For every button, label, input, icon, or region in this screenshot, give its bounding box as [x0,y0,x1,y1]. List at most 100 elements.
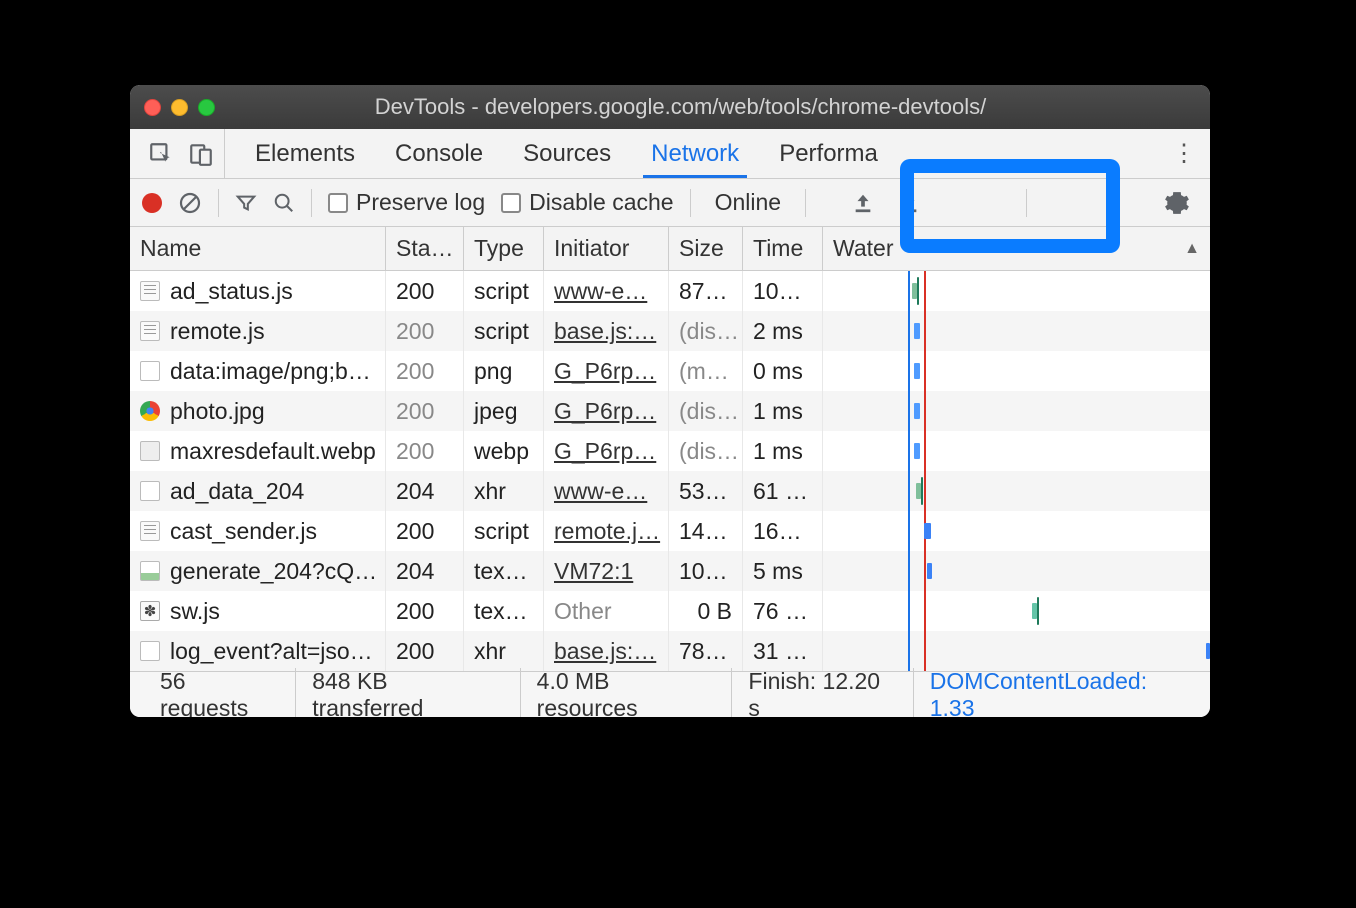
cell-waterfall [823,271,1210,311]
disable-cache-checkbox[interactable]: Disable cache [501,189,673,216]
cell-initiator[interactable]: G_P6rp… [544,351,669,391]
status-bar: 56 requests 848 KB transferred 4.0 MB re… [130,671,1210,717]
cell-waterfall [823,431,1210,471]
cell-time: 31 … [743,631,823,671]
file-icon [140,401,160,421]
table-row[interactable]: generate_204?cQ…204tex…VM72:110…5 ms [130,551,1210,591]
cell-name: remote.js [170,318,265,345]
search-icon[interactable] [273,192,295,214]
cell-name: data:image/png;b… [170,358,371,385]
col-size[interactable]: Size [669,227,743,270]
file-icon [140,521,160,541]
cell-size: 14… [669,511,743,551]
cell-initiator[interactable]: www-e… [544,471,669,511]
disable-cache-label: Disable cache [529,189,673,216]
cell-initiator[interactable]: base.js:… [544,311,669,351]
cell-type: script [464,311,544,351]
cell-waterfall [823,351,1210,391]
table-row[interactable]: remote.js200scriptbase.js:…(dis…2 ms [130,311,1210,351]
tab-sources[interactable]: Sources [503,129,631,178]
col-time[interactable]: Time [743,227,823,270]
preserve-log-checkbox[interactable]: Preserve log [328,189,485,216]
col-status[interactable]: Sta… [386,227,464,270]
table-body: ad_status.js200scriptwww-e…87…10…remote.… [130,271,1210,671]
table-row[interactable]: log_event?alt=jso…200xhrbase.js:…78…31 … [130,631,1210,671]
settings-gear-icon[interactable] [1156,190,1198,216]
cell-status: 200 [386,391,464,431]
cell-time: 1 ms [743,431,823,471]
status-resources: 4.0 MB resources [521,668,733,718]
throttle-value: Online [715,189,781,216]
cell-size: (dis… [669,391,743,431]
inspect-element-icon[interactable] [148,141,174,167]
download-icon[interactable] [898,192,920,214]
cell-name: photo.jpg [170,398,265,425]
cell-name: ad_data_204 [170,478,304,505]
cell-name: sw.js [170,598,220,625]
close-window-button[interactable] [144,99,161,116]
status-domcontentloaded: DOMContentLoaded: 1.33 [914,668,1196,718]
col-type[interactable]: Type [464,227,544,270]
cell-type: xhr [464,631,544,671]
panel-tabs-bar: ElementsConsoleSourcesNetworkPerforma ⋮ [130,129,1210,179]
table-row[interactable]: data:image/png;b…200pngG_P6rp…(m…0 ms [130,351,1210,391]
cell-size: (dis… [669,431,743,471]
cell-initiator[interactable]: G_P6rp… [544,391,669,431]
col-waterfall[interactable]: Water ▲ [823,227,1210,270]
cell-status: 200 [386,511,464,551]
cell-waterfall [823,311,1210,351]
table-row[interactable]: ✽sw.js200tex…Other0 B76 … [130,591,1210,631]
cell-waterfall [823,391,1210,431]
cell-waterfall [823,631,1210,671]
filter-icon[interactable] [235,192,257,214]
cell-size: 0 B [669,591,743,631]
cell-type: jpeg [464,391,544,431]
cell-initiator[interactable]: base.js:… [544,631,669,671]
tab-console[interactable]: Console [375,129,503,178]
zoom-window-button[interactable] [198,99,215,116]
cell-initiator[interactable]: G_P6rp… [544,431,669,471]
col-name[interactable]: Name [130,227,386,270]
cell-name: log_event?alt=jso… [170,638,373,665]
cell-initiator[interactable]: VM72:1 [544,551,669,591]
cell-time: 2 ms [743,311,823,351]
more-tabs-icon[interactable]: ⋮ [1166,129,1202,178]
table-row[interactable]: ad_data_204204xhrwww-e…53…61 … [130,471,1210,511]
titlebar: DevTools - developers.google.com/web/too… [130,85,1210,129]
cell-time: 0 ms [743,351,823,391]
cell-type: tex… [464,551,544,591]
cell-size: 87… [669,271,743,311]
cell-status: 200 [386,631,464,671]
clear-button[interactable] [178,191,202,215]
cell-waterfall [823,551,1210,591]
file-icon [140,641,160,661]
table-row[interactable]: ad_status.js200scriptwww-e…87…10… [130,271,1210,311]
cell-name: ad_status.js [170,278,293,305]
cell-initiator[interactable]: remote.j… [544,511,669,551]
tab-network[interactable]: Network [631,129,759,178]
cell-status: 200 [386,591,464,631]
file-icon: ✽ [140,601,160,621]
tab-elements[interactable]: Elements [235,129,375,178]
cell-size: (m… [669,351,743,391]
record-button[interactable] [142,193,162,213]
status-transferred: 848 KB transferred [296,668,520,718]
throttle-select[interactable]: Online [707,189,789,216]
preserve-log-label: Preserve log [356,189,485,216]
cell-time: 1 ms [743,391,823,431]
status-requests: 56 requests [144,668,296,718]
cell-initiator[interactable]: www-e… [544,271,669,311]
table-row[interactable]: cast_sender.js200scriptremote.j…14…16… [130,511,1210,551]
file-icon [140,281,160,301]
cell-type: script [464,271,544,311]
tab-performa[interactable]: Performa [759,129,898,178]
cell-status: 200 [386,271,464,311]
cell-initiator[interactable]: Other [544,591,669,631]
col-initiator[interactable]: Initiator [544,227,669,270]
upload-icon[interactable] [852,192,874,214]
minimize-window-button[interactable] [171,99,188,116]
table-row[interactable]: photo.jpg 200jpegG_P6rp…(dis…1 ms [130,391,1210,431]
table-row[interactable]: maxresdefault.webp200webpG_P6rp…(dis…1 m… [130,431,1210,471]
device-toggle-icon[interactable] [188,141,214,167]
cell-time: 61 … [743,471,823,511]
